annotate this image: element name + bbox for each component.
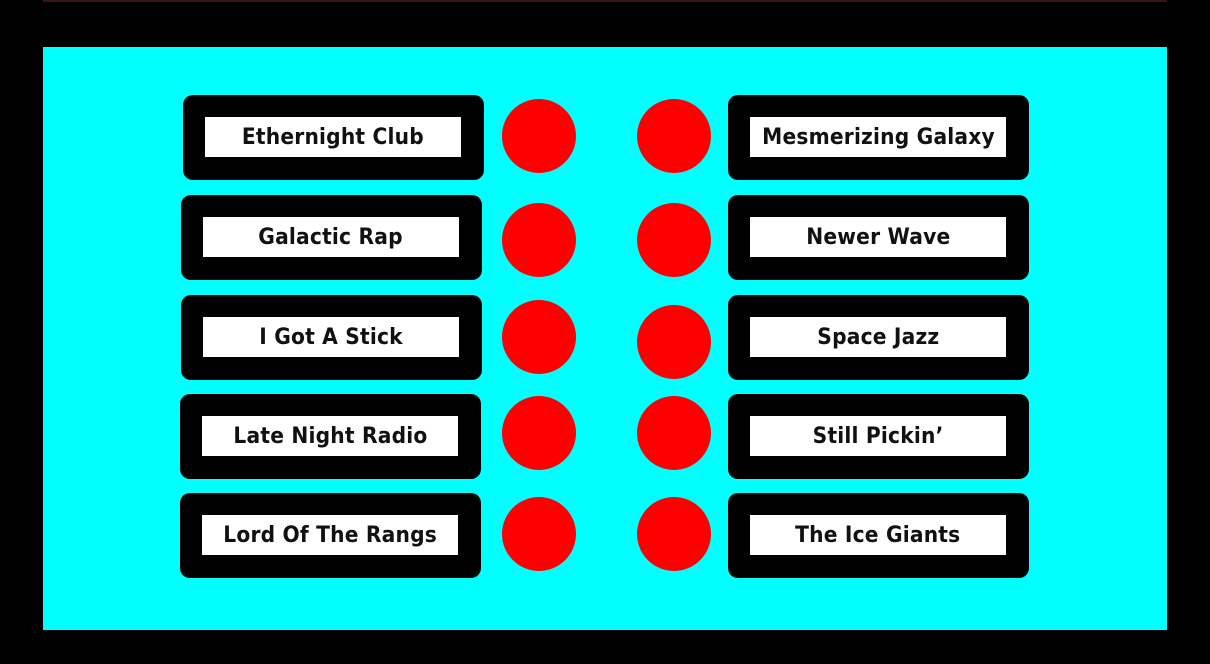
red-indicator-icon[interactable] — [637, 396, 711, 470]
station-button-lord-of-the-rangs[interactable]: Lord Of The Rangs — [180, 493, 481, 578]
station-button-mesmerizing-galaxy[interactable]: Mesmerizing Galaxy — [728, 95, 1029, 180]
red-indicator-icon[interactable] — [637, 497, 711, 571]
station-label-box: I Got A Stick — [203, 317, 459, 357]
red-indicator-icon[interactable] — [502, 203, 576, 277]
station-button-late-night-radio[interactable]: Late Night Radio — [180, 394, 481, 479]
station-label-box: Ethernight Club — [205, 117, 461, 157]
station-label-box: The Ice Giants — [750, 515, 1006, 555]
station-label-box: Lord Of The Rangs — [202, 515, 458, 555]
station-button-ethernight-club[interactable]: Ethernight Club — [183, 95, 484, 180]
station-label: Space Jazz — [816, 324, 940, 350]
station-button-galactic-rap[interactable]: Galactic Rap — [181, 195, 482, 280]
red-indicator-icon[interactable] — [502, 300, 576, 374]
red-indicator-icon[interactable] — [637, 99, 711, 173]
station-button-newer-wave[interactable]: Newer Wave — [728, 195, 1029, 280]
station-label-box: Still Pickin’ — [750, 416, 1006, 456]
station-label-box: Late Night Radio — [202, 416, 458, 456]
station-button-still-pickin[interactable]: Still Pickin’ — [728, 394, 1029, 479]
red-indicator-icon[interactable] — [502, 396, 576, 470]
station-button-the-ice-giants[interactable]: The Ice Giants — [728, 493, 1029, 578]
station-label: Still Pickin’ — [812, 423, 944, 449]
top-divider — [43, 0, 1167, 2]
station-button-space-jazz[interactable]: Space Jazz — [728, 295, 1029, 380]
red-indicator-icon[interactable] — [637, 305, 711, 379]
station-button-i-got-a-stick[interactable]: I Got A Stick — [181, 295, 482, 380]
station-label-box: Mesmerizing Galaxy — [750, 117, 1006, 157]
station-label: Newer Wave — [805, 224, 951, 250]
red-indicator-icon[interactable] — [637, 203, 711, 277]
station-label: Lord Of The Rangs — [223, 522, 437, 548]
station-label: Galactic Rap — [258, 224, 404, 250]
station-label-box: Newer Wave — [750, 217, 1006, 257]
red-indicator-icon[interactable] — [502, 99, 576, 173]
station-label: Mesmerizing Galaxy — [761, 124, 995, 150]
station-label-box: Space Jazz — [750, 317, 1006, 357]
station-board: Ethernight Club Galactic Rap I Got A Sti… — [43, 47, 1167, 630]
station-label-box: Galactic Rap — [203, 217, 459, 257]
station-label: I Got A Stick — [259, 324, 403, 350]
station-label: The Ice Giants — [795, 522, 961, 548]
red-indicator-icon[interactable] — [502, 497, 576, 571]
station-label: Ethernight Club — [241, 124, 425, 150]
station-label: Late Night Radio — [232, 423, 428, 449]
